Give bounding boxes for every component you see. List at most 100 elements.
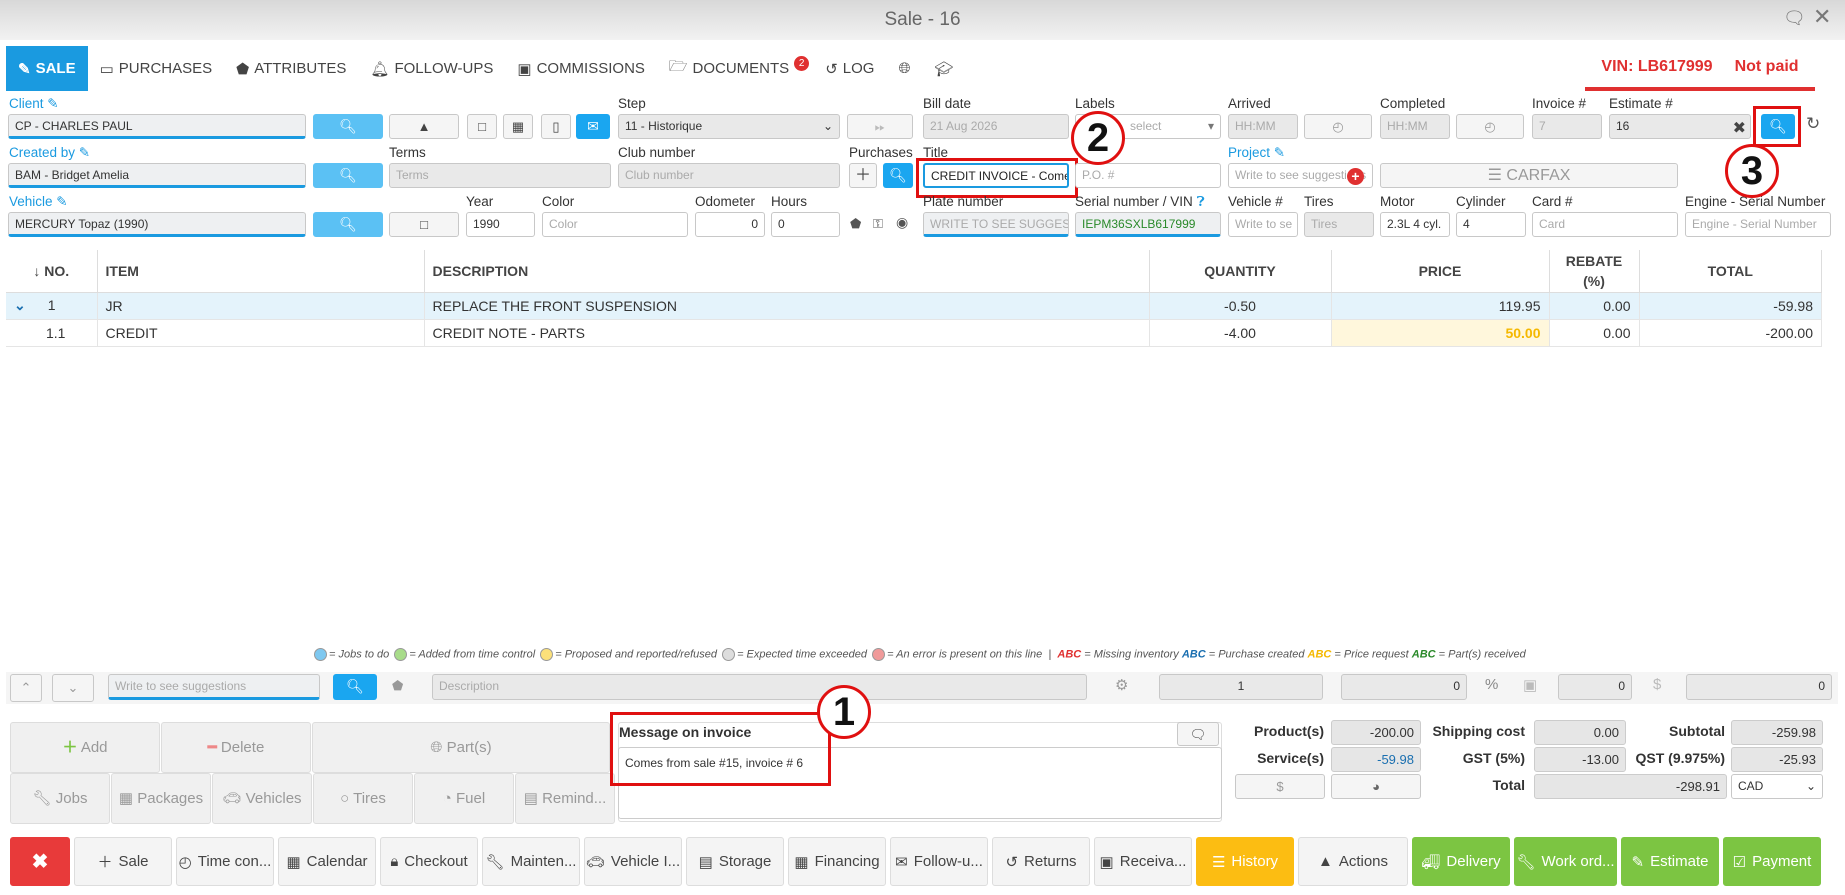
- chevron-down-icon[interactable]: ⌄: [14, 297, 26, 313]
- forward-icon[interactable]: ⏩︎: [847, 114, 913, 139]
- returns-button[interactable]: ↺ Returns: [992, 837, 1090, 886]
- carfax-button[interactable]: ☰ CARFAX: [1380, 163, 1678, 188]
- color-input[interactable]: Color: [542, 212, 688, 237]
- work-order-button[interactable]: 🔧︎ Work ord...: [1514, 837, 1617, 886]
- plus-icon[interactable]: ＋: [849, 163, 877, 188]
- item-search-button[interactable]: 🔍︎: [333, 674, 377, 700]
- club-input[interactable]: Club number: [618, 163, 840, 188]
- title-input[interactable]: CREDIT INVOICE - Come: [923, 163, 1069, 188]
- created-by-search-button[interactable]: 🔍︎: [313, 163, 383, 188]
- col-no[interactable]: ↓ NO.: [6, 250, 98, 293]
- odometer-input[interactable]: 0: [695, 212, 765, 237]
- year-input[interactable]: 1990: [466, 212, 535, 237]
- amount-input[interactable]: 0: [1686, 674, 1832, 700]
- estimate-search-button[interactable]: 🔍︎: [1761, 114, 1795, 139]
- remind-button[interactable]: ▤ Remind...: [515, 773, 615, 824]
- price-input[interactable]: 0: [1341, 674, 1467, 700]
- tab-documents[interactable]: 🗁 DOCUMENTS 2: [657, 46, 813, 91]
- col-price[interactable]: PRICE: [1331, 250, 1550, 293]
- po-input[interactable]: P.O. #: [1075, 163, 1221, 188]
- rebate-input[interactable]: 0: [1558, 674, 1632, 700]
- add-project-icon[interactable]: +: [1347, 168, 1364, 185]
- receivables-button[interactable]: ▣ Receiva...: [1094, 837, 1192, 886]
- estimate-button[interactable]: ✎ Estimate: [1621, 837, 1719, 886]
- col-quantity[interactable]: QUANTITY: [1149, 250, 1332, 293]
- parts-button[interactable]: 🌐︎ Part(s): [312, 722, 610, 773]
- checkout-button[interactable]: 🔒︎ Checkout: [380, 837, 478, 886]
- graduation-cap-icon[interactable]: 🎓︎: [922, 46, 965, 91]
- maintenance-button[interactable]: 🔧︎ Mainten...: [482, 837, 580, 886]
- percent-icon[interactable]: %: [1485, 676, 1498, 693]
- calendar-icon[interactable]: ▦: [503, 114, 533, 139]
- terms-input[interactable]: Terms: [389, 163, 611, 188]
- plate-input[interactable]: WRITE TO SEE SUGGEST: [923, 212, 1069, 237]
- purchases-search-button[interactable]: 🔍︎: [883, 163, 913, 188]
- created-by-input[interactable]: BAM - Bridget Amelia: [8, 163, 306, 188]
- tab-follow-ups[interactable]: 🔔︎ FOLLOW-UPS: [358, 46, 505, 91]
- table-row[interactable]: 1.1 CREDIT CREDIT NOTE - PARTS -4.00 50.…: [6, 319, 1822, 347]
- card-input[interactable]: Card: [1532, 212, 1678, 237]
- chat-icon[interactable]: 🗨: [1783, 8, 1806, 29]
- currency-select[interactable]: CAD ⌄: [1731, 774, 1823, 799]
- vehicle-info-button[interactable]: 🚗︎ Vehicle I...: [584, 837, 682, 886]
- tires-input[interactable]: Tires: [1304, 212, 1374, 237]
- speech-bubble-icon[interactable]: 🗨︎: [1177, 722, 1219, 746]
- engine-input[interactable]: Engine - Serial Number: [1685, 212, 1831, 237]
- actions-button[interactable]: ▲ Actions: [1298, 837, 1408, 886]
- vehicle-label[interactable]: Vehicle ✎: [9, 194, 68, 210]
- time-control-button[interactable]: ◴ Time con...: [176, 837, 274, 886]
- financing-button[interactable]: ▦ Financing: [788, 837, 886, 886]
- close-icon[interactable]: ✕: [1813, 4, 1831, 30]
- tag-icon[interactable]: ⬟: [850, 216, 861, 232]
- vehicle-input[interactable]: MERCURY Topaz (1990): [8, 212, 306, 237]
- payment-button[interactable]: ☑ Payment: [1723, 837, 1821, 886]
- move-up-icon[interactable]: ⌃: [10, 674, 42, 702]
- dollar-icon[interactable]: $: [1653, 676, 1661, 693]
- col-rebate[interactable]: REBATE (%): [1549, 250, 1640, 293]
- invoice-input[interactable]: 7: [1532, 114, 1602, 139]
- step-select[interactable]: 11 - Historique ⌄: [618, 114, 840, 139]
- calendar-button[interactable]: ▦ Calendar: [278, 837, 376, 886]
- add-button[interactable]: ＋ Add: [10, 722, 160, 773]
- completed-input[interactable]: HH:MM: [1380, 114, 1450, 139]
- globe-icon[interactable]: 🌐︎: [886, 46, 922, 91]
- cylinder-input[interactable]: 4: [1456, 212, 1526, 237]
- close-sale-button[interactable]: ✖: [10, 837, 70, 886]
- col-description[interactable]: DESCRIPTION: [424, 250, 1150, 293]
- tag-icon[interactable]: ⬟: [392, 678, 403, 694]
- quantity-input[interactable]: 1: [1159, 674, 1323, 700]
- refresh-icon[interactable]: ↻: [1806, 114, 1820, 134]
- estimate-input[interactable]: 16 ✖: [1609, 114, 1751, 139]
- follow-up-button[interactable]: ✉ Follow-u...: [890, 837, 988, 886]
- tab-attributes[interactable]: ⬟ ATTRIBUTES: [224, 46, 358, 91]
- client-label[interactable]: Client ✎: [9, 96, 59, 112]
- col-total[interactable]: TOTAL: [1639, 250, 1822, 293]
- history-button[interactable]: ☰ History: [1196, 837, 1294, 886]
- note-icon[interactable]: □: [467, 114, 497, 139]
- pie-chart-icon[interactable]: ◕: [1331, 774, 1421, 799]
- sale-button[interactable]: ＋ Sale: [74, 837, 172, 886]
- motor-input[interactable]: 2.3L 4 cyl.: [1380, 212, 1450, 237]
- clear-icon[interactable]: ✖: [1733, 117, 1746, 138]
- packages-button[interactable]: ▦ Packages: [111, 773, 211, 824]
- description-input[interactable]: Description: [432, 674, 1087, 700]
- key-icon[interactable]: ⚿: [873, 216, 883, 232]
- tab-commissions[interactable]: ▣ COMMISSIONS: [505, 46, 657, 91]
- clock-icon[interactable]: ◴: [1304, 114, 1372, 139]
- storage-button[interactable]: ▤ Storage: [686, 837, 784, 886]
- fuel-button[interactable]: ◔ Fuel: [414, 773, 514, 824]
- tab-purchases[interactable]: ▭ PURCHASES: [88, 46, 225, 91]
- vehicle-search-button[interactable]: 🔍︎: [313, 212, 383, 237]
- note-icon[interactable]: □: [389, 212, 459, 237]
- created-by-label[interactable]: Created by ✎: [9, 145, 90, 161]
- eye-icon[interactable]: ◉: [896, 214, 908, 231]
- serial-input[interactable]: IEPM36SXLB617999: [1075, 212, 1221, 237]
- jobs-button[interactable]: 🔧︎ Jobs: [10, 773, 110, 824]
- tab-log[interactable]: ↺ LOG: [813, 46, 886, 91]
- money-icon[interactable]: ▣: [1523, 676, 1537, 694]
- table-row[interactable]: ⌄ 1 JR REPLACE THE FRONT SUSPENSION -0.50…: [6, 292, 1822, 320]
- tires-button[interactable]: ○ Tires: [313, 773, 413, 824]
- gear-icon[interactable]: ⚙: [1115, 676, 1128, 694]
- hours-input[interactable]: 0: [771, 212, 840, 237]
- move-down-icon[interactable]: ⌄: [52, 674, 94, 702]
